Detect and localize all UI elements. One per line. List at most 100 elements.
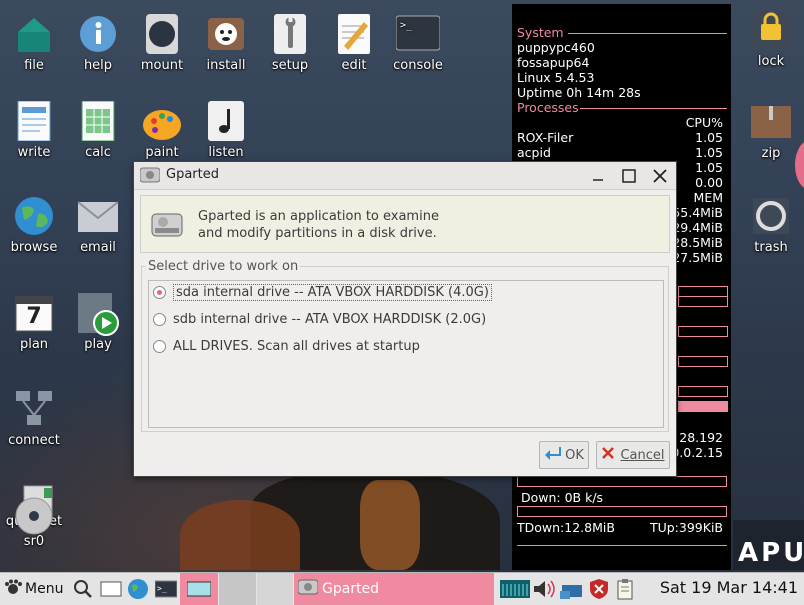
desktop-icon-help[interactable]: help (66, 14, 130, 73)
desktop-icon-email[interactable]: email (66, 196, 130, 255)
palette-icon (142, 101, 182, 141)
puppy-package-icon (206, 14, 246, 54)
clock[interactable]: Sat 19 Mar 14:41 (660, 578, 798, 597)
drive-option-sda[interactable]: sda internal drive -- ATA VBOX HARDDISK … (153, 282, 492, 302)
drive-selection-group: Select drive to work on sda internal dri… (141, 259, 669, 432)
desktop-icon-label: connect (8, 433, 60, 448)
desktop-icon-setup[interactable]: setup (258, 14, 322, 73)
wrench-icon (270, 14, 310, 54)
drive-option-sdb[interactable]: sdb internal drive -- ATA VBOX HARDDISK … (153, 309, 486, 329)
task-button-gparted[interactable]: Gparted (294, 573, 494, 605)
menu-button[interactable]: Menu (4, 573, 63, 605)
info-icon (78, 14, 118, 54)
usage-bar (678, 326, 728, 337)
network-activity-icon[interactable] (500, 573, 530, 605)
document-icon (14, 100, 54, 142)
process-mem: 29.4MiB (672, 220, 723, 235)
gparted-dialog: Gparted Gparted is an application to exa… (133, 161, 677, 477)
drive-option-label: sdb internal drive -- ATA VBOX HARDDISK … (173, 311, 487, 327)
desktop-icon-listen[interactable]: listen (194, 101, 258, 160)
envelope-icon (77, 196, 119, 236)
spreadsheet-icon (78, 100, 118, 142)
harddisk-icon (151, 212, 183, 242)
group-label: Select drive to work on (146, 259, 301, 274)
drive-option-label: ALL DRIVES. Scan all drives at startup (173, 338, 420, 354)
radio-button[interactable] (153, 339, 166, 353)
cancel-button[interactable]: Cancel (596, 441, 670, 469)
workspace-1[interactable] (180, 573, 218, 605)
process-name: acpid (517, 145, 551, 160)
ip-address: 0.0.2.15 (671, 445, 723, 460)
desktop-icon-mount[interactable]: mount (130, 14, 194, 73)
desktop-icon-zip[interactable]: zip (739, 102, 803, 161)
network-graph (517, 476, 727, 487)
radio-button-selected[interactable] (153, 285, 166, 299)
total-download: TDown:12.8MiB (517, 520, 615, 535)
desktop-icon-write[interactable]: write (2, 100, 66, 160)
desktop-icon-connect[interactable]: connect (2, 389, 66, 448)
desktop-icon-sr0[interactable]: sr0 (2, 496, 66, 549)
desktop-icon-browse[interactable]: browse (2, 196, 66, 255)
desktop-icon-install[interactable]: install (194, 14, 258, 73)
svg-text:>_: >_ (400, 20, 413, 31)
mem-column-header: MEM (693, 190, 723, 205)
clipboard-icon[interactable] (616, 573, 634, 605)
total-upload: TUp:399KiB (649, 520, 723, 535)
network-graph (517, 506, 727, 517)
desktop-icon-lock[interactable]: lock (739, 10, 803, 69)
desktop-icon-label: calc (85, 145, 111, 160)
menu-label: Menu (25, 581, 64, 597)
network-icon (14, 389, 54, 429)
taskbar: Menu >_ Gparted Sat 19 Mar 14:41 (0, 572, 804, 605)
trash-icon (751, 196, 791, 236)
process-mem: 28.5MiB (672, 235, 723, 250)
terminal-launcher-icon[interactable]: >_ (155, 573, 177, 605)
search-icon[interactable] (73, 573, 93, 605)
task-label: Gparted (322, 581, 380, 597)
cancel-label: Cancel (620, 447, 665, 463)
drive-option-all[interactable]: ALL DRIVES. Scan all drives at startup (153, 336, 420, 356)
desktop-icon-label: play (84, 337, 112, 352)
hostname: puppypc460 (517, 40, 595, 55)
desktop-icon-label: plan (19, 337, 49, 352)
ok-button[interactable]: OK (539, 441, 589, 469)
close-button[interactable] (649, 165, 671, 187)
process-cpu: 1.05 (695, 130, 723, 145)
uptime: Uptime 0h 14m 28s (517, 85, 641, 100)
gparted-task-icon (297, 579, 319, 599)
window-titlebar[interactable]: Gparted (134, 162, 676, 190)
volume-icon[interactable] (532, 573, 556, 605)
cancel-x-icon (601, 446, 615, 464)
workspace-3[interactable] (257, 573, 293, 605)
desktop-icon-calc[interactable]: calc (66, 100, 130, 160)
desktop-icon-paint[interactable]: paint (130, 101, 194, 160)
radio-button[interactable] (153, 312, 166, 326)
desktop-icon-console[interactable]: >_ console (386, 14, 450, 73)
usage-bar (678, 386, 728, 397)
desktop-icon-label: file (24, 58, 44, 73)
info-panel: Gparted is an application to examine and… (140, 195, 670, 253)
desktop-icon-trash[interactable]: trash (739, 196, 803, 255)
desktop-icon-plan[interactable]: 7 plan (2, 293, 66, 352)
app-icon (139, 167, 161, 187)
maximize-button[interactable] (618, 165, 640, 187)
desktop-icon-label: lock (757, 54, 785, 69)
divider (517, 545, 727, 546)
desktop-icon-file[interactable]: file (2, 14, 66, 73)
desktop-icon-label: setup (271, 58, 309, 73)
desktop-icon-label: browse (10, 240, 58, 255)
usage-bar (678, 356, 728, 367)
workspace-2[interactable] (219, 573, 256, 605)
process-mem: 27.5MiB (672, 250, 723, 265)
network-connection-icon[interactable] (560, 573, 584, 605)
minimize-button[interactable] (587, 165, 609, 187)
browser-globe-icon[interactable] (127, 573, 149, 605)
desktop-icon-play[interactable]: play (66, 293, 130, 352)
video-play-icon (78, 293, 119, 336)
terminal-icon: >_ (395, 14, 441, 54)
show-desktop-icon[interactable] (100, 573, 122, 605)
desktop-icon-edit[interactable]: edit (322, 14, 386, 73)
desktop-icon-label: edit (341, 58, 367, 73)
firewall-shield-icon[interactable] (588, 573, 610, 605)
notepad-pencil-icon (334, 14, 374, 54)
